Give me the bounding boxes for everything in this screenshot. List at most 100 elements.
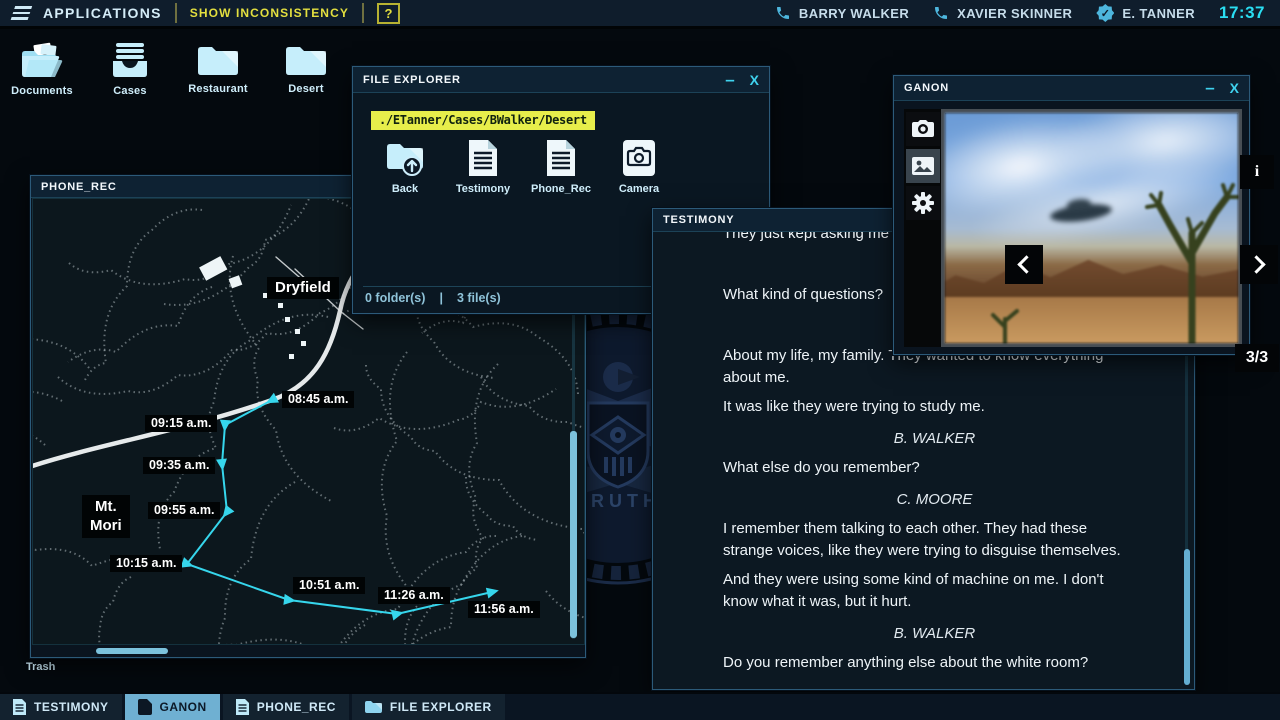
window-title: TESTIMONY (663, 214, 735, 226)
file-explorer-titlebar[interactable]: FILE EXPLORER – X (353, 67, 769, 93)
desktop-icon-label: Documents (11, 85, 73, 97)
inbox-icon (113, 43, 147, 77)
track-time-label: 10:51 a.m. (293, 577, 366, 594)
desktop-icon-desert[interactable]: Desert (274, 42, 338, 97)
photo-info-button[interactable]: i (1240, 155, 1274, 189)
desktop-icon-label: Restaurant (188, 83, 248, 95)
verified-badge-icon: ✓ (1096, 4, 1115, 22)
statusbar: 0 folder(s) | 3 file(s) (365, 291, 501, 305)
taskbar-item-label: FILE EXPLORER (389, 700, 492, 714)
transcript-line: Do you remember anything else about the … (723, 654, 1089, 671)
folder-icon (364, 701, 382, 713)
folder-up-icon (387, 144, 423, 176)
track-time-label: 09:55 a.m. (148, 502, 221, 519)
minimize-icon[interactable]: – (1205, 79, 1214, 96)
transcript-line: And they were using some kind of machine… (723, 571, 1104, 588)
status-separator: | (439, 291, 443, 305)
desktop-icon-restaurant[interactable]: Restaurant (186, 42, 250, 97)
joshua-trees (991, 183, 1238, 343)
track-time-label: 11:56 a.m. (468, 601, 540, 618)
chevron-right-icon (1247, 255, 1266, 274)
hamburger-menu-icon[interactable] (10, 6, 33, 20)
contact-name: BARRY WALKER (798, 5, 910, 21)
close-icon[interactable]: X (1230, 80, 1239, 96)
track-time-label: 09:15 a.m. (145, 415, 218, 432)
file-item-phone-rec[interactable]: Phone_Rec (529, 139, 593, 195)
file-list: Back Testimony Phone_Rec Camera (373, 139, 671, 195)
applications-menu[interactable]: APPLICATIONS (43, 5, 162, 21)
desktop-icon-trash[interactable]: Trash (26, 661, 55, 673)
camera-icon (912, 120, 934, 137)
minimize-icon[interactable]: – (725, 71, 734, 88)
camera-file-icon (623, 140, 655, 176)
taskbar-item-label: PHONE_REC (256, 700, 336, 714)
desktop-icon-cases[interactable]: Cases (98, 42, 162, 97)
desktop-icon-documents[interactable]: Documents (10, 42, 74, 97)
document-icon (469, 140, 497, 176)
track-time-label: 11:26 a.m. (378, 587, 450, 604)
topbar: APPLICATIONS SHOW INCONSISTENCY ? BARRY … (0, 0, 1280, 29)
open-folder-icon (22, 42, 63, 77)
ganon-sidebar (904, 109, 942, 347)
contact-e-tanner[interactable]: ✓ E. TANNER (1096, 4, 1195, 22)
transcript-line: strange voices, like they were trying to… (723, 542, 1121, 559)
taskbar-item-file-explorer[interactable]: FILE EXPLORER (351, 694, 505, 720)
next-photo-button[interactable] (1240, 245, 1278, 284)
image-icon (912, 157, 934, 175)
topbar-divider (174, 3, 177, 23)
file-item-label: Camera (618, 183, 660, 195)
settings-tab-button[interactable] (906, 186, 940, 220)
contact-name: XAVIER SKINNER (957, 5, 1073, 21)
file-item-testimony[interactable]: Testimony (451, 139, 515, 195)
transcript-line: know what it was, but it hurt. (723, 593, 912, 610)
contact-barry-walker[interactable]: BARRY WALKER (775, 5, 909, 21)
window-title: FILE EXPLORER (363, 73, 461, 86)
folder-icon (198, 47, 238, 75)
map-label-mt-mori: Mt. Mori (82, 495, 130, 538)
gallery-tab-button[interactable] (906, 149, 940, 183)
taskbar-item-testimony[interactable]: TESTIMONY (0, 694, 122, 720)
taskbar-item-label: GANON (159, 700, 207, 714)
app-icon (137, 699, 152, 715)
folder-icon (286, 47, 326, 75)
phone-icon (935, 7, 948, 19)
map-hscrollbar-thumb[interactable] (96, 648, 168, 654)
transcript-line: What else do you remember? (723, 459, 920, 476)
folder-count: 0 folder(s) (365, 291, 426, 305)
track-time-label: 09:35 a.m. (143, 457, 216, 474)
document-icon (235, 699, 249, 715)
clock: 17:37 (1219, 3, 1265, 22)
topbar-divider (361, 3, 364, 23)
file-item-label: Back (391, 183, 419, 195)
help-button[interactable]: ? (376, 2, 400, 24)
contact-name: E. TANNER (1122, 5, 1196, 21)
taskbar-item-label: TESTIMONY (34, 700, 109, 714)
desktop-screen: TRUTH Documents Cases Restaurant Desert … (0, 0, 1280, 720)
transcript-speaker: B. WALKER (893, 430, 976, 447)
gear-icon (912, 192, 934, 214)
desktop-icons: Documents Cases Restaurant Desert (10, 42, 338, 97)
desktop-icon-label: Cases (113, 85, 147, 97)
previous-photo-button[interactable] (1005, 245, 1043, 284)
chevron-left-icon (1017, 255, 1036, 274)
map-label-dryfield: Dryfield (267, 277, 339, 299)
map-vscrollbar-thumb[interactable] (570, 431, 577, 638)
window-title: PHONE_REC (41, 180, 117, 193)
close-icon[interactable]: X (750, 72, 759, 88)
window-title: GANON (904, 82, 949, 94)
taskbar-item-phone-rec[interactable]: PHONE_REC (222, 694, 349, 720)
taskbar-item-ganon[interactable]: GANON (124, 694, 220, 720)
document-icon (13, 699, 26, 715)
transcript-line: It was like they were trying to study me… (723, 398, 985, 415)
file-item-back[interactable]: Back (373, 139, 437, 195)
file-item-camera[interactable]: Camera (607, 139, 671, 195)
transcript-speaker: C. MOORE (896, 491, 973, 508)
camera-tab-button[interactable] (906, 112, 940, 146)
testimony-scrollbar-thumb[interactable] (1184, 549, 1190, 685)
window-ganon: GANON – X i 3/3 (893, 75, 1279, 372)
transcript-speaker: B. WALKER (893, 625, 976, 642)
show-inconsistency-button[interactable]: SHOW INCONSISTENCY (190, 6, 349, 20)
photo-counter: 3/3 (1235, 344, 1279, 372)
ganon-titlebar[interactable]: GANON – X (894, 76, 1249, 101)
contact-xavier-skinner[interactable]: XAVIER SKINNER (933, 5, 1072, 21)
